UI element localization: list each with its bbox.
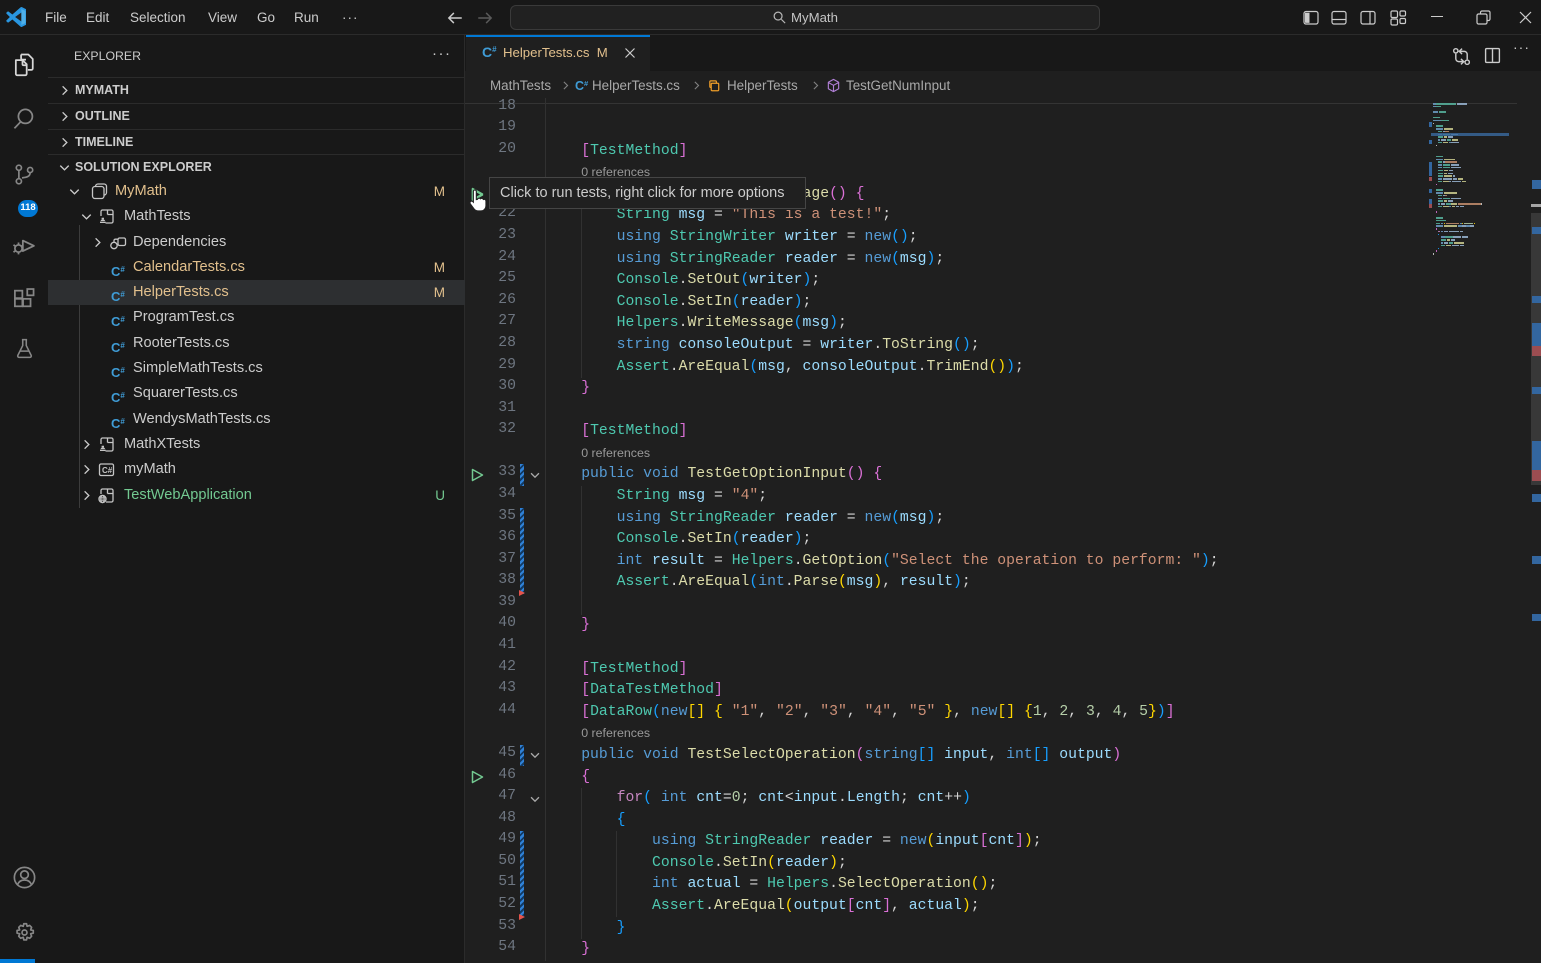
svg-text:C#: C# xyxy=(102,466,113,475)
